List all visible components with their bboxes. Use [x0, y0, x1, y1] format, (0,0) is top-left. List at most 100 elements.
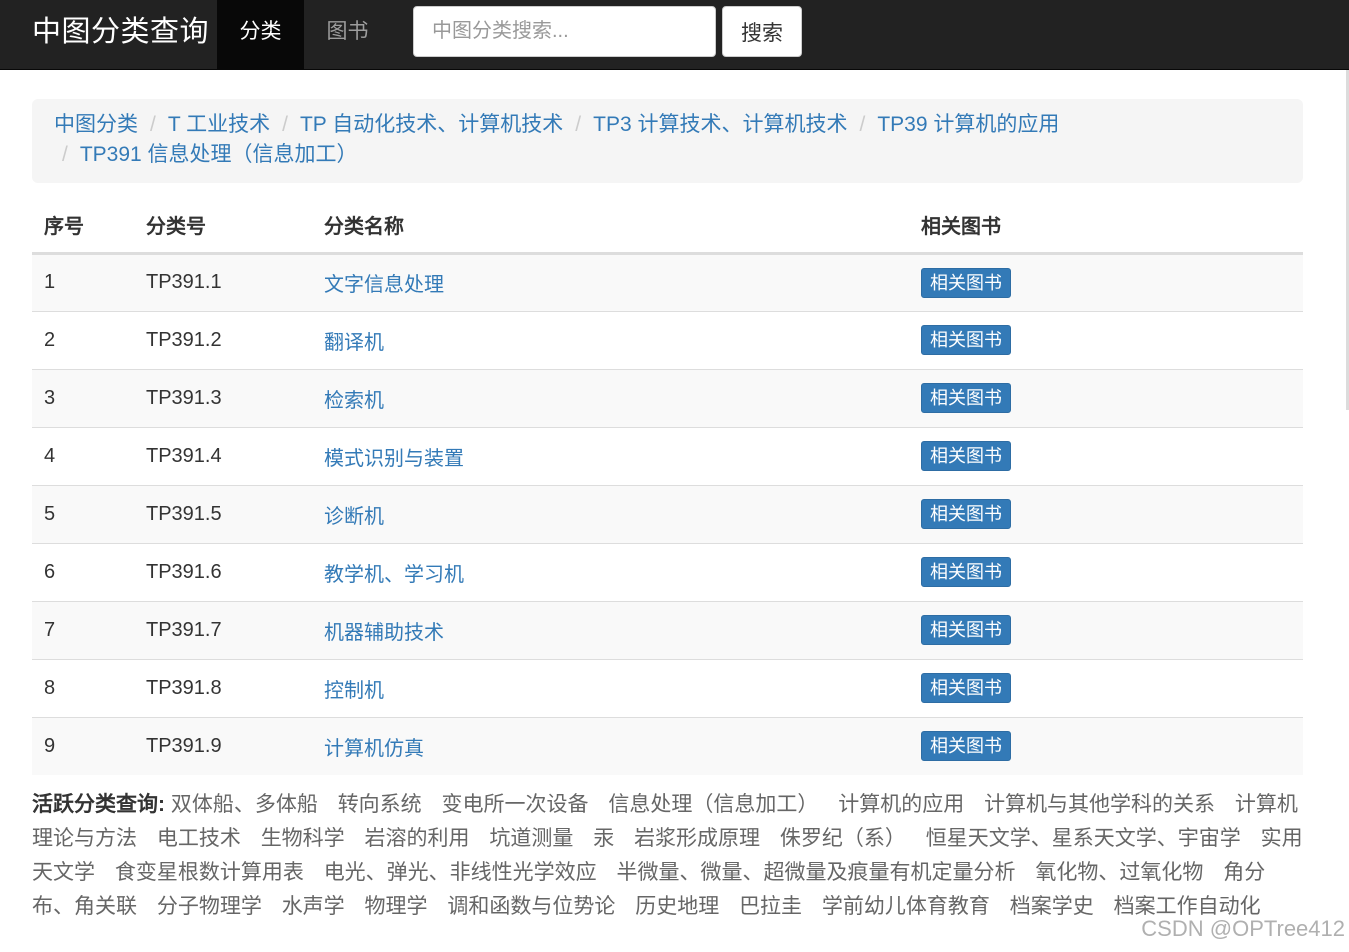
row-name-cell: 检索机	[312, 368, 909, 427]
table-row: 1 TP391.1 文字信息处理 相关图书	[32, 252, 1303, 311]
breadcrumb-item[interactable]: TP 自动化技术、计算机技术	[300, 113, 563, 136]
active-tag-link[interactable]: 岩溶的利用	[365, 827, 470, 850]
tab-classification[interactable]: 分类	[217, 0, 304, 70]
row-code: TP391.4	[134, 426, 312, 485]
active-tag-link[interactable]: 岩浆形成原理	[634, 827, 760, 850]
row-name-link[interactable]: 模式识别与装置	[324, 448, 464, 470]
active-tag-link[interactable]: 物理学	[365, 895, 428, 918]
row-code: TP391.7	[134, 600, 312, 659]
related-books-button[interactable]: 相关图书	[921, 673, 1011, 703]
active-tag-link[interactable]: 学前幼儿体育教育	[822, 895, 990, 918]
related-books-button[interactable]: 相关图书	[921, 383, 1011, 413]
active-tag-link[interactable]: 电工技术	[157, 827, 241, 850]
active-tag-link[interactable]: 生物科学	[261, 827, 345, 850]
row-index: 2	[32, 310, 134, 369]
breadcrumb-item[interactable]: TP39 计算机的应用	[877, 113, 1059, 136]
row-books-cell: 相关图书	[909, 484, 1303, 543]
breadcrumb-item-current[interactable]: TP391 信息处理（信息加工）	[80, 143, 358, 166]
breadcrumb-separator: /	[62, 143, 68, 166]
row-books-cell: 相关图书	[909, 600, 1303, 659]
header-name: 分类名称	[312, 198, 909, 255]
active-tag-link[interactable]: 计算机的应用	[838, 793, 964, 816]
header-code: 分类号	[134, 198, 312, 255]
breadcrumb-item[interactable]: 中图分类	[54, 113, 138, 136]
table-row: 9 TP391.9 计算机仿真 相关图书	[32, 716, 1303, 775]
breadcrumb-item[interactable]: T 工业技术	[168, 113, 270, 136]
row-books-cell: 相关图书	[909, 542, 1303, 601]
row-name-link[interactable]: 文字信息处理	[324, 274, 444, 296]
active-tag-link[interactable]: 侏罗纪（系）	[780, 827, 906, 850]
row-index: 1	[32, 252, 134, 311]
breadcrumb: 中图分类 / T 工业技术 / TP 自动化技术、计算机技术 / TP3 计算技术、计算机技…	[32, 99, 1303, 183]
active-tag-link[interactable]: 坑道测量	[489, 827, 573, 850]
brand-title[interactable]: 中图分类查询	[32, 14, 209, 50]
table-row: 5 TP391.5 诊断机 相关图书	[32, 484, 1303, 543]
row-index: 6	[32, 542, 134, 601]
table-row: 7 TP391.7 机器辅助技术 相关图书	[32, 600, 1303, 659]
row-name-link[interactable]: 检索机	[324, 390, 384, 412]
table-row: 2 TP391.2 翻译机 相关图书	[32, 310, 1303, 369]
active-tag-link[interactable]: 水声学	[282, 895, 345, 918]
row-name-link[interactable]: 控制机	[324, 680, 384, 702]
row-code: TP391.3	[134, 368, 312, 427]
row-code: TP391.1	[134, 252, 312, 311]
search-input[interactable]	[413, 6, 716, 57]
row-name-link[interactable]: 教学机、学习机	[324, 564, 464, 586]
row-name-link[interactable]: 翻译机	[324, 332, 384, 354]
row-books-cell: 相关图书	[909, 252, 1303, 311]
active-tag-link[interactable]: 分子物理学	[157, 895, 262, 918]
active-tag-link[interactable]: 历史地理	[635, 895, 719, 918]
search-button[interactable]: 搜索	[722, 6, 802, 57]
tab-books[interactable]: 图书	[304, 0, 391, 70]
active-tag-link[interactable]: 变电所一次设备	[442, 793, 589, 816]
row-code: TP391.6	[134, 542, 312, 601]
active-tag-link[interactable]: 半微量、微量、超微量及痕量有机定量分析	[617, 861, 1016, 884]
classification-table: 序号 分类号 分类名称 相关图书 1 TP391.1 文字信息处理 相关图书 2 TP39…	[32, 198, 1303, 775]
active-tag-link[interactable]: 汞	[593, 827, 614, 850]
related-books-button[interactable]: 相关图书	[921, 731, 1011, 762]
active-tag-link[interactable]: 档案学史	[1010, 895, 1094, 918]
row-code: TP391.5	[134, 484, 312, 543]
active-tag-link[interactable]: 档案工作自动化	[1114, 895, 1261, 918]
active-tag-link[interactable]: 食变星根数计算用表	[115, 861, 304, 884]
watermark: CSDN @OPTree412	[1141, 916, 1345, 941]
row-name-cell: 教学机、学习机	[312, 542, 909, 601]
row-name-link[interactable]: 机器辅助技术	[324, 622, 444, 644]
row-name-cell: 模式识别与装置	[312, 426, 909, 485]
related-books-button[interactable]: 相关图书	[921, 441, 1011, 471]
related-books-button[interactable]: 相关图书	[921, 267, 1011, 298]
active-categories-label: 活跃分类查询:	[32, 793, 165, 816]
active-tags: 双体船、多体船 转向系统 变电所一次设备 信息处理（信息加工） 计算机的应用 计…	[32, 793, 1303, 918]
row-index: 7	[32, 600, 134, 659]
active-categories: 活跃分类查询: 双体船、多体船 转向系统 变电所一次设备 信息处理（信息加工） …	[32, 788, 1307, 924]
table-row: 6 TP391.6 教学机、学习机 相关图书	[32, 542, 1303, 601]
row-code: TP391.2	[134, 310, 312, 369]
related-books-button[interactable]: 相关图书	[921, 325, 1011, 355]
table-row: 3 TP391.3 检索机 相关图书	[32, 368, 1303, 427]
active-tag-link[interactable]: 计算机与其他学科的关系	[984, 793, 1215, 816]
active-tag-link[interactable]: 恒星天文学、星系天文学、宇宙学	[926, 827, 1241, 850]
related-books-button[interactable]: 相关图书	[921, 557, 1011, 587]
row-code: TP391.9	[134, 716, 312, 775]
related-books-button[interactable]: 相关图书	[921, 615, 1011, 645]
breadcrumb-separator: /	[150, 113, 156, 136]
active-tag-link[interactable]: 调和函数与位势论	[447, 895, 615, 918]
row-books-cell: 相关图书	[909, 310, 1303, 369]
row-name-cell: 机器辅助技术	[312, 600, 909, 659]
active-tag-link[interactable]: 巴拉圭	[739, 895, 802, 918]
row-name-cell: 诊断机	[312, 484, 909, 543]
row-books-cell: 相关图书	[909, 716, 1303, 775]
row-name-link[interactable]: 计算机仿真	[324, 738, 424, 760]
breadcrumb-item[interactable]: TP3 计算技术、计算机技术	[593, 113, 847, 136]
active-tag-link[interactable]: 双体船、多体船	[171, 793, 318, 816]
row-index: 5	[32, 484, 134, 543]
related-books-button[interactable]: 相关图书	[921, 499, 1011, 529]
active-tag-link[interactable]: 氧化物、过氧化物	[1035, 861, 1203, 884]
active-tag-link[interactable]: 电光、弹光、非线性光学效应	[324, 861, 597, 884]
active-tag-link[interactable]: 信息处理（信息加工）	[608, 793, 818, 816]
row-name-cell: 控制机	[312, 658, 909, 717]
navbar: 中图分类查询 分类 图书 搜索	[0, 0, 1349, 70]
row-name-link[interactable]: 诊断机	[324, 506, 384, 528]
active-tag-link[interactable]: 转向系统	[338, 793, 422, 816]
row-books-cell: 相关图书	[909, 426, 1303, 485]
